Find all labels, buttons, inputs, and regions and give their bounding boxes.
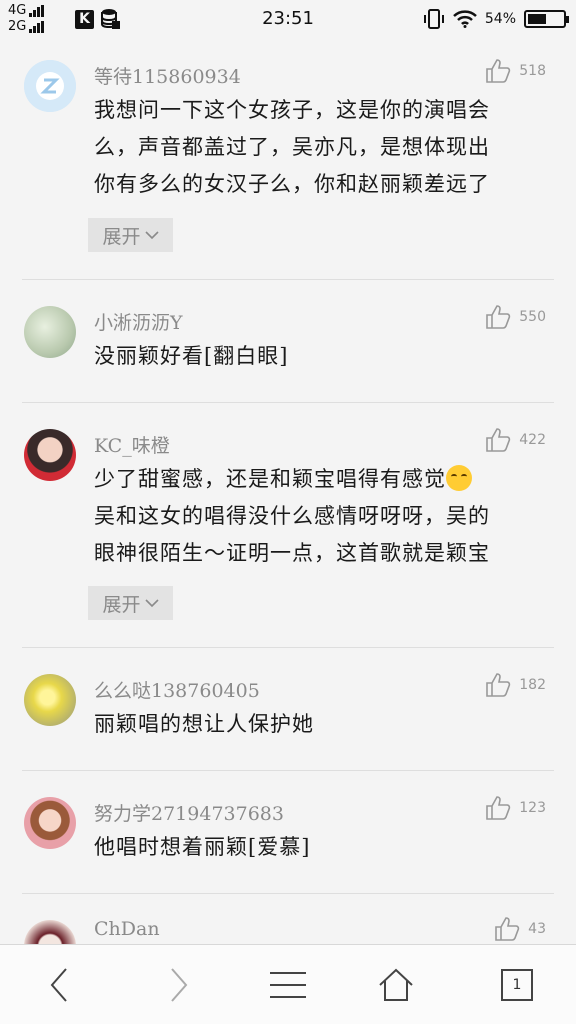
comment-text: 少了甜蜜感，还是和颖宝唱得有感觉 吴和这女的唱得没什么感情呀呀呀，吴的 眼神很陌… (94, 461, 554, 572)
comment-text: 没丽颖好看[翻白眼] (94, 338, 554, 375)
comment-line: 少了甜蜜感，还是和颖宝唱得有感觉 (94, 461, 554, 498)
comment-line: 你有多么的女汉子么，你和赵丽颖差远了 (94, 172, 490, 196)
comment-line: 没丽颖好看[翻白眼] (94, 344, 289, 368)
tab-count-badge: 1 (501, 969, 533, 1001)
thumbs-up-icon (486, 673, 511, 697)
net-4g-label: 4G (8, 3, 27, 18)
like-button[interactable]: 518 (485, 58, 546, 84)
database-icon (101, 9, 120, 29)
comment-line: 他唱时想着丽颖[爱慕] (94, 835, 311, 859)
like-button[interactable]: 123 (485, 795, 546, 821)
like-button[interactable]: 550 (485, 304, 546, 330)
comment-item: KC_味橙 422 少了甜蜜感，还是和颖宝唱得有感觉 吴和这女的唱得没什么感情呀… (22, 403, 554, 648)
thumbs-up-icon (486, 428, 511, 452)
like-count: 123 (519, 800, 546, 816)
smile-emoji-icon (446, 465, 472, 491)
avatar[interactable] (24, 797, 76, 849)
status-bar: 4G 2G K 23:51 54% (0, 0, 576, 40)
expand-button[interactable]: 展开 (88, 218, 173, 252)
chevron-down-icon (144, 599, 159, 608)
expand-label: 展开 (102, 225, 141, 248)
comment-text: 丽颖唱的想让人保护她 (94, 706, 554, 743)
comment-list[interactable]: 等待115860934 518 我想问一下这个女孩子，这是你的演唱会 么，声音都… (0, 40, 576, 944)
comment-text: 他唱时想着丽颖[爱慕] (94, 829, 554, 866)
home-icon (379, 968, 413, 1001)
net-2g-label: 2G (8, 19, 27, 34)
chevron-down-icon (144, 231, 159, 240)
comment-username[interactable]: 小淅沥沥Y (94, 308, 183, 335)
like-count: 518 (519, 63, 546, 79)
thumbs-up-icon (486, 796, 511, 820)
chevron-right-icon (171, 968, 188, 1002)
comment-line: 吴和这女的唱得没什么感情呀呀呀，吴的 (94, 504, 490, 528)
comment-item: 小淅沥沥Y 550 没丽颖好看[翻白眼] (22, 280, 554, 403)
like-count: 422 (519, 432, 546, 448)
tabs-button[interactable]: 1 (492, 963, 542, 1007)
comment-item: ChDan 43 (22, 894, 554, 944)
comment-line: 丽颖唱的想让人保护她 (94, 712, 314, 736)
chevron-left-icon (50, 968, 67, 1002)
comment-line: 么，声音都盖过了，吴亦凡，是想体现出 (94, 135, 490, 159)
menu-icon (270, 972, 306, 998)
bottom-navigation-bar: 1 (0, 944, 576, 1024)
expand-button[interactable]: 展开 (88, 586, 173, 620)
comment-username[interactable]: 么么哒138760405 (94, 676, 260, 703)
expand-label: 展开 (102, 593, 141, 616)
default-avatar-icon (24, 60, 76, 112)
vibrate-icon (423, 9, 444, 29)
avatar[interactable] (24, 674, 76, 726)
battery-percent: 54% (484, 11, 516, 27)
comment-username[interactable]: KC_味橙 (94, 431, 170, 458)
thumbs-up-icon (486, 305, 511, 329)
comment-item: 等待115860934 518 我想问一下这个女孩子，这是你的演唱会 么，声音都… (22, 40, 554, 280)
clock: 23:51 (262, 8, 314, 29)
network-indicators: 4G 2G (8, 3, 68, 35)
avatar[interactable] (24, 306, 76, 358)
like-button[interactable]: 43 (494, 916, 546, 942)
comment-username[interactable]: 努力学27194737683 (94, 799, 284, 826)
battery-icon (524, 10, 569, 28)
forward-button[interactable] (154, 963, 204, 1007)
menu-button[interactable] (263, 963, 313, 1007)
avatar[interactable] (24, 920, 76, 944)
comment-line: 眼神很陌生～证明一点，这首歌就是颖宝 (94, 541, 490, 565)
like-count: 43 (528, 921, 546, 937)
like-button[interactable]: 422 (485, 427, 546, 453)
k-app-icon: K (75, 10, 94, 29)
status-right: 54% (423, 8, 569, 30)
comment-item: 努力学27194737683 123 他唱时想着丽颖[爱慕] (22, 771, 554, 894)
avatar[interactable] (24, 429, 76, 481)
thumbs-up-icon (495, 917, 520, 941)
comment-username[interactable]: 等待115860934 (94, 62, 241, 89)
signal-bars-icon (29, 21, 45, 33)
like-count: 550 (519, 309, 546, 325)
avatar[interactable] (24, 60, 76, 112)
wifi-icon (453, 10, 477, 28)
comment-line: 我想问一下这个女孩子，这是你的演唱会 (94, 98, 490, 122)
like-button[interactable]: 182 (485, 672, 546, 698)
home-button[interactable] (371, 963, 421, 1007)
thumbs-up-icon (486, 59, 511, 83)
comment-username[interactable]: ChDan (94, 918, 160, 940)
signal-bars-icon (29, 5, 45, 17)
like-count: 182 (519, 677, 546, 693)
comment-item: 么么哒138760405 182 丽颖唱的想让人保护她 (22, 648, 554, 771)
back-button[interactable] (34, 963, 84, 1007)
comment-text: 我想问一下这个女孩子，这是你的演唱会 么，声音都盖过了，吴亦凡，是想体现出 你有… (94, 92, 554, 203)
